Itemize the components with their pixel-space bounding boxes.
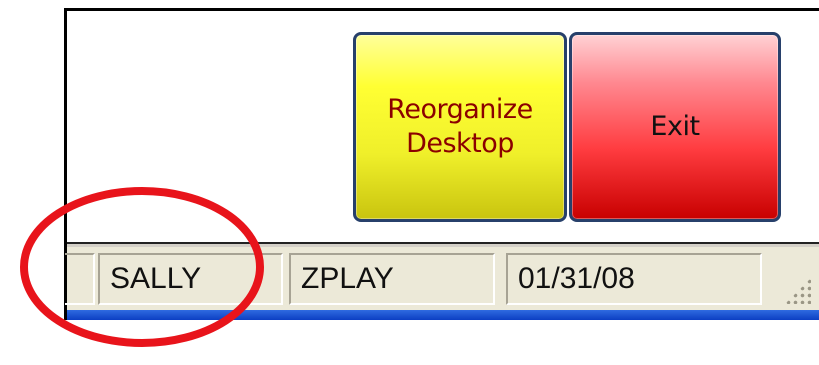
status-panel-user: SALLY: [98, 253, 283, 305]
reorganize-desktop-button[interactable]: Reorganize Desktop: [353, 32, 567, 222]
status-bar: SALLY ZPLAY 01/31/08: [65, 247, 819, 310]
exit-button[interactable]: Exit: [569, 32, 781, 222]
screenshot-stage: Reorganize Desktop Exit SALLY ZPLAY 01/3…: [0, 0, 819, 365]
exit-label: Exit: [650, 111, 700, 142]
size-grip-icon[interactable]: [785, 278, 811, 304]
status-panel-date: 01/31/08: [506, 253, 762, 305]
status-panel-leading: [65, 253, 95, 305]
taskbar-edge: [67, 310, 819, 320]
status-panel-workstation: ZPLAY: [289, 253, 495, 305]
reorganize-desktop-label: Reorganize Desktop: [387, 94, 533, 159]
